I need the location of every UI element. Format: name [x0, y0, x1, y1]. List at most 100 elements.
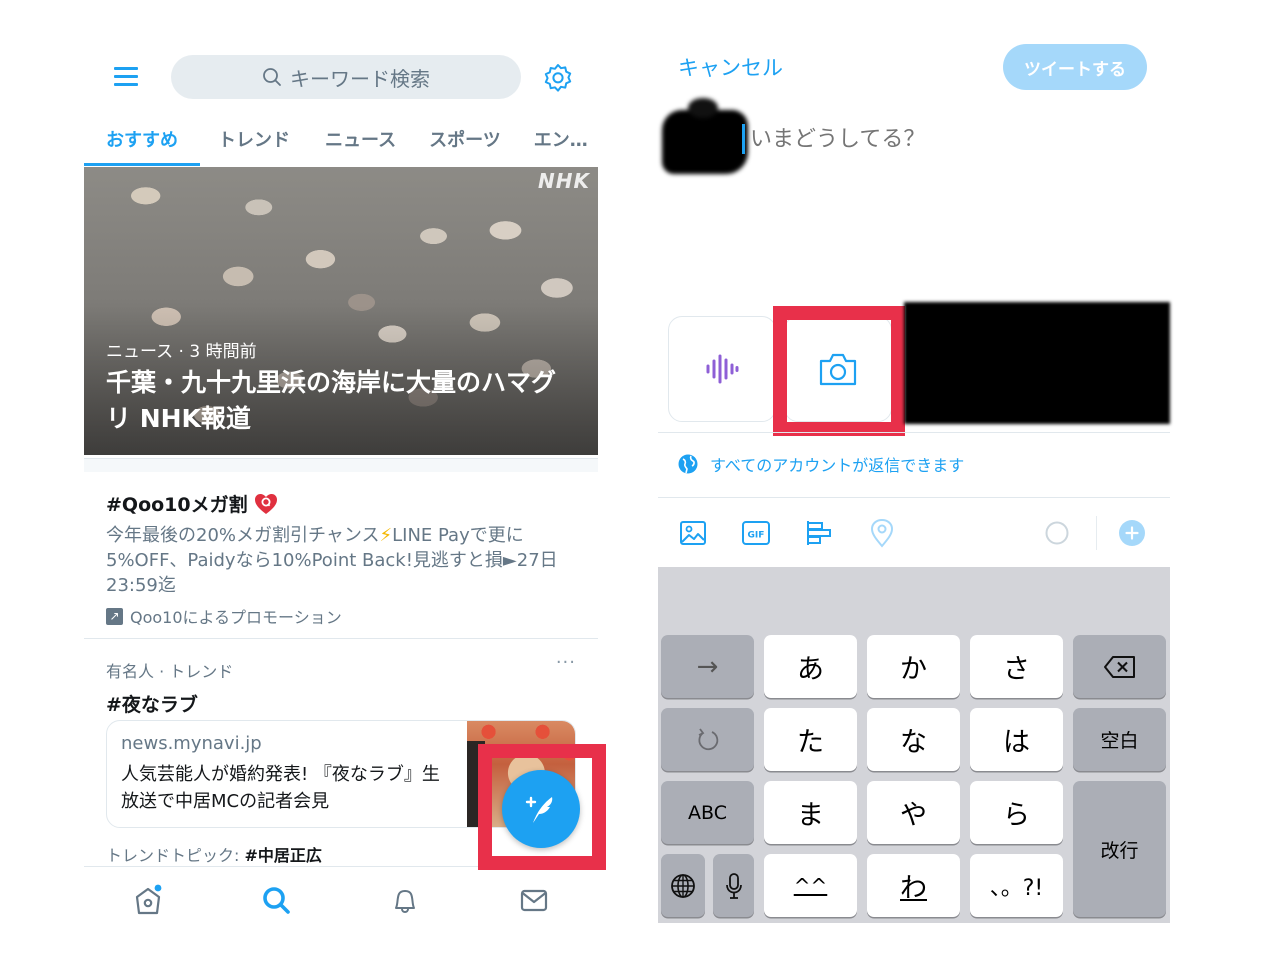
divider [84, 638, 598, 639]
promoted-trend[interactable]: #Qoo10メガ割 今年最後の20%メガ割引チャンス⚡LINE Payで更に5%… [106, 490, 576, 628]
section-separator [84, 458, 598, 472]
nhk-watermark: NHK [538, 169, 590, 193]
card-domain: news.mynavi.jp [121, 733, 262, 754]
location-icon [870, 518, 894, 548]
voice-tweet-button[interactable] [668, 316, 776, 422]
toolbar-separator [1096, 516, 1097, 550]
key-backspace[interactable] [1073, 635, 1166, 698]
compose-tweet-button[interactable] [502, 770, 580, 848]
compose-tweet-input[interactable] [742, 122, 1142, 156]
kaomoji-label: ^^ [793, 873, 828, 898]
divider [658, 432, 1170, 433]
compose-screen: キャンセル ツイートする いまどうしてる？ すべてのアカウントが返信できます G… [658, 40, 1170, 923]
key-na[interactable]: な [867, 708, 960, 771]
divider [658, 497, 1170, 498]
add-location-button[interactable] [865, 516, 899, 550]
tab-news[interactable]: ニュース [325, 118, 396, 166]
hero-title: 千葉・九十九里浜の海岸に大量のハマグリ NHK報道 [106, 368, 557, 433]
search-placeholder: キーワード検索 [290, 66, 430, 91]
gif-label: GIF [748, 531, 765, 541]
key-ha[interactable]: は [970, 708, 1063, 771]
tab-entertainment[interactable]: エン… [534, 118, 588, 166]
nav-search[interactable] [256, 880, 296, 920]
media-shortcut-row [658, 302, 1170, 436]
key-dictation[interactable] [713, 854, 754, 917]
key-ta[interactable]: た [764, 708, 857, 771]
trend-topic: トレンドトピック: #中居正広 [106, 842, 322, 866]
hamburger-icon-line [114, 83, 138, 86]
key-abc[interactable]: ABC [661, 781, 754, 844]
reply-setting-button[interactable]: すべてのアカウントが返信できます [678, 452, 964, 476]
undo-icon [698, 727, 718, 750]
trend-item[interactable]: 有名人 · トレンド ··· #夜なラブ news.mynavi.jp 人気芸能… [106, 652, 576, 865]
tab-trending[interactable]: トレンド [218, 118, 290, 166]
tab-recommended[interactable]: おすすめ [84, 118, 200, 166]
home-icon [135, 884, 162, 915]
promoted-body-text: 今年最後の20%メガ割引チャンス [106, 525, 380, 546]
add-thread-button[interactable] [1115, 516, 1149, 550]
kana-keyboard: → あ か さ た な は 空白 ABC ま や ら 改行 ^^ わ 、。?! [658, 567, 1170, 923]
key-sa[interactable]: さ [970, 635, 1063, 698]
add-gif-button[interactable]: GIF [739, 516, 773, 550]
arrow-right-icon: → [696, 651, 719, 682]
hamburger-icon-line [114, 75, 138, 78]
trend-topic-label: トレンドトピック: [106, 846, 240, 865]
cancel-button[interactable]: キャンセル [678, 52, 783, 82]
backspace-icon [1103, 655, 1135, 678]
explore-screen: キーワード検索 おすすめ トレンド ニュース スポーツ エン… NHK ニュース… [84, 40, 606, 940]
add-image-button[interactable] [676, 516, 710, 550]
avatar-redacted [662, 98, 748, 174]
key-next-arrow[interactable]: → [661, 635, 754, 698]
poll-icon [807, 521, 831, 545]
image-icon [680, 521, 706, 545]
qoo10-heart-icon [254, 493, 278, 515]
key-kaomoji[interactable]: ^^ [764, 854, 857, 917]
settings-button[interactable] [542, 62, 574, 94]
card-title: 人気芸能人が婚約発表! 『夜なラブ』生放送で中居MCの記者会見 [121, 764, 440, 812]
key-wa[interactable]: わ [867, 854, 960, 917]
key-undo[interactable] [661, 708, 754, 771]
tab-sports[interactable]: スポーツ [429, 118, 501, 166]
mail-icon [520, 889, 548, 912]
recent-photos-redacted [904, 302, 1170, 424]
key-ka[interactable]: か [867, 635, 960, 698]
trend-hashtag: #夜なラブ [106, 694, 198, 716]
key-a[interactable]: あ [764, 635, 857, 698]
search-input[interactable]: キーワード検索 [171, 55, 521, 99]
promoted-by-label: Qoo10によるプロモーション [130, 608, 342, 627]
search-icon [263, 68, 281, 86]
gif-icon: GIF [742, 521, 770, 545]
key-punctuation[interactable]: 、。?! [970, 854, 1063, 917]
more-options-icon[interactable]: ··· [556, 652, 576, 673]
tweet-button[interactable]: ツイートする [1003, 44, 1147, 90]
nav-messages[interactable] [514, 880, 554, 920]
bottom-tab-bar [84, 876, 598, 926]
key-ya[interactable]: や [867, 781, 960, 844]
explore-tabs: おすすめ トレンド ニュース スポーツ エン… [84, 118, 598, 166]
key-ma[interactable]: ま [764, 781, 857, 844]
add-thread-icon [1119, 520, 1145, 546]
nav-home[interactable] [128, 880, 168, 920]
camera-icon [819, 353, 857, 386]
lightning-icon: ⚡ [379, 525, 393, 546]
promoted-by: ↗ Qoo10によるプロモーション [106, 604, 576, 628]
compose-tweet-icon [525, 796, 553, 823]
key-ra[interactable]: ら [970, 781, 1063, 844]
gear-icon [544, 64, 572, 92]
menu-button[interactable] [114, 67, 140, 87]
hero-news-card[interactable]: NHK ニュース · 3 時間前 千葉・九十九里浜の海岸に大量のハマグリ NHK… [84, 167, 598, 455]
wa-label: わ [900, 873, 927, 904]
nav-notifications[interactable] [385, 880, 425, 920]
key-globe[interactable] [661, 854, 705, 917]
key-space[interactable]: 空白 [1073, 708, 1166, 771]
microphone-icon [725, 872, 742, 899]
camera-button[interactable] [784, 316, 892, 422]
promoted-hashtag-row: #Qoo10メガ割 [106, 490, 576, 517]
trend-meta: 有名人 · トレンド [106, 662, 234, 681]
search-icon [263, 887, 290, 914]
character-counter-icon [1045, 521, 1069, 545]
add-poll-button[interactable] [802, 516, 836, 550]
promoted-hashtag: #Qoo10メガ割 [106, 494, 248, 516]
trend-topic-value: #中居正広 [244, 846, 322, 865]
key-enter[interactable]: 改行 [1073, 781, 1166, 917]
